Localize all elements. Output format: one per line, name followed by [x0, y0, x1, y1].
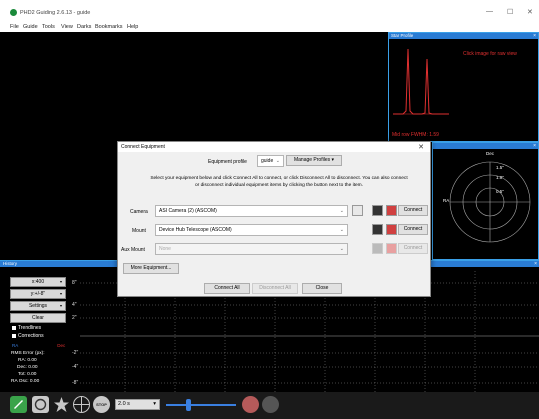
connect-all-button[interactable]: Connect All	[204, 283, 250, 294]
menu-guide[interactable]: Guide	[23, 24, 38, 30]
mount-status-icon	[386, 224, 397, 235]
cal-icon[interactable]	[262, 396, 279, 413]
more-equipment-button[interactable]: More Equipment...	[123, 263, 179, 274]
mount-dropdown[interactable]: Device Hub Telescope (ASCOM) ⌄	[155, 224, 348, 236]
ra-axis-label: RA	[443, 198, 450, 203]
y-axis-label: 8"	[72, 280, 77, 286]
settings-button[interactable]: Settings ▾	[10, 301, 66, 311]
fwhm-readout: Mid row FWHM: 1.59	[392, 132, 439, 138]
aux-mount-dropdown[interactable]: None ⌄	[155, 243, 348, 255]
ra-osc: RA Osc: 0.00	[11, 379, 40, 384]
aux-connect-button: Connect	[398, 243, 428, 254]
auto-select-star-icon[interactable]	[53, 396, 70, 413]
gamma-slider-track[interactable]	[166, 404, 236, 406]
mount-gear-icon[interactable]	[372, 224, 383, 235]
camera-connect-button[interactable]: Connect	[398, 205, 428, 216]
menu-darks[interactable]: Darks	[77, 24, 91, 30]
exposure-dropdown[interactable]: 2.0 s ▾	[115, 399, 160, 410]
y-axis-label: -4"	[72, 364, 79, 370]
tot-rms: Tot: 0.00	[18, 372, 37, 377]
ring-label: 1.0"	[496, 175, 504, 180]
aux-gear-icon	[372, 243, 383, 254]
bottom-toolbar: STOP 2.0 s ▾	[0, 392, 539, 419]
menu-file[interactable]: File	[10, 24, 19, 30]
camera-setup-icon[interactable]	[352, 205, 363, 216]
maximize-button[interactable]: ☐	[507, 8, 513, 16]
star-profile-panel: Star Profile × Click image for raw view …	[388, 32, 539, 142]
menu-bar: File Guide Tools View Darks Bookmarks He…	[0, 22, 539, 32]
manage-profiles-button[interactable]: Manage Profiles ▾	[286, 155, 342, 166]
y-scale-dropdown[interactable]: y:+/-8" ▾	[10, 289, 66, 299]
camera-label: Camera	[130, 209, 148, 215]
brain-icon[interactable]	[242, 396, 259, 413]
ra-rms: RA: 0.00	[18, 358, 37, 363]
close-window-button[interactable]: ✕	[527, 8, 533, 16]
mount-connect-button[interactable]: Connect	[398, 224, 428, 235]
instructions-text: Select your equipment below and click Co…	[150, 176, 408, 188]
dec-rms: Dec: 0.00	[17, 365, 38, 370]
mount-label: Mount	[132, 228, 146, 234]
close-icon[interactable]: ×	[534, 261, 537, 267]
menu-bookmarks[interactable]: Bookmarks	[95, 24, 123, 30]
menu-help[interactable]: Help	[127, 24, 138, 30]
camera-status-icon	[386, 205, 397, 216]
camera-dropdown[interactable]: ASI Camera (2) (ASCOM) ⌄	[155, 205, 348, 217]
y-axis-label: 4"	[72, 302, 77, 308]
close-button[interactable]: Close	[302, 283, 342, 294]
gamma-slider-thumb[interactable]	[186, 399, 191, 411]
y-axis-label: 2"	[72, 315, 77, 321]
title-bar: PHD2 Guiding 2.6.13 - guide — ☐ ✕	[0, 0, 539, 22]
dec-legend[interactable]: Dec	[57, 343, 65, 348]
disconnect-all-button: Disconnect All	[252, 283, 298, 294]
loop-exposure-icon[interactable]	[32, 396, 49, 413]
camera-gear-icon[interactable]	[372, 205, 383, 216]
corrections-checkbox[interactable]: Corrections	[12, 333, 44, 339]
x-scale-dropdown[interactable]: x:400 ▾	[10, 277, 66, 287]
use-camera-icon[interactable]	[10, 396, 27, 413]
clear-button[interactable]: Clear	[10, 313, 66, 323]
minimize-button[interactable]: —	[486, 8, 493, 15]
equipment-profile-label: Equipment profile	[208, 159, 247, 165]
aux-status-icon	[386, 243, 397, 254]
menu-view[interactable]: View	[61, 24, 73, 30]
trendlines-checkbox[interactable]: Trendlines	[12, 325, 41, 331]
menu-tools[interactable]: Tools	[42, 24, 55, 30]
aux-mount-label: Aux Mount	[121, 247, 145, 253]
window-title: PHD2 Guiding 2.6.13 - guide	[20, 10, 91, 16]
y-axis-label: -2"	[72, 350, 79, 356]
target-graph	[449, 161, 531, 243]
y-axis-label: -8"	[72, 380, 79, 386]
raw-view-hint[interactable]: Click image for raw view	[463, 51, 517, 57]
dialog-titlebar: Connect Equipment ✕	[118, 142, 430, 152]
ring-label: 1.5"	[496, 165, 504, 170]
target-panel: × Dec RA 1.5" 1.0" 0.5"	[432, 142, 539, 260]
ra-legend[interactable]: RA	[12, 343, 18, 348]
profile-dropdown[interactable]: guide ⌄	[257, 155, 284, 167]
dialog-close-icon[interactable]: ✕	[418, 143, 424, 151]
guide-icon[interactable]	[73, 396, 90, 413]
dialog-title: Connect Equipment	[121, 144, 165, 150]
connect-equipment-dialog: Connect Equipment ✕ Equipment profile gu…	[117, 141, 431, 297]
ring-label: 0.5"	[496, 189, 504, 194]
phd2-app-icon	[10, 9, 17, 16]
stop-button[interactable]: STOP	[93, 396, 110, 413]
rms-title: RMS Error (px):	[11, 351, 45, 356]
dec-axis-label: Dec	[486, 151, 495, 156]
